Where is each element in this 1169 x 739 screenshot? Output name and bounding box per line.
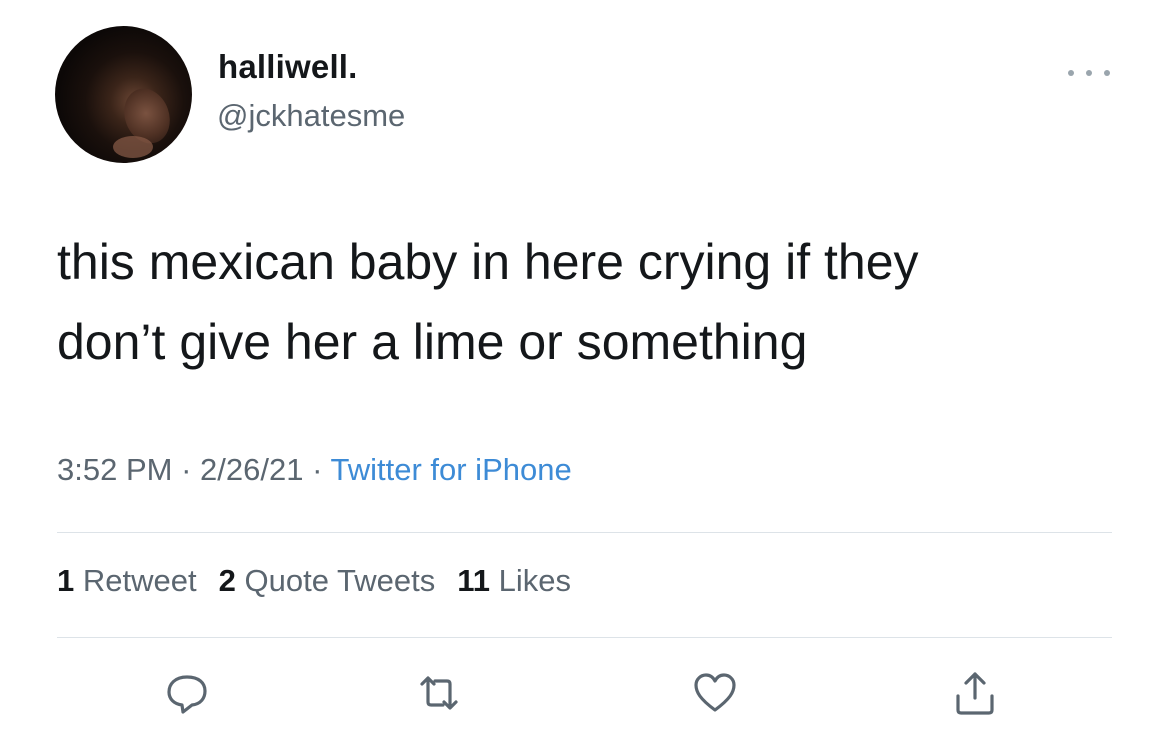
avatar-hand — [113, 136, 153, 158]
retweets-stat[interactable]: 1 Retweet — [57, 563, 197, 598]
more-dot — [1086, 70, 1092, 76]
like-icon[interactable] — [690, 668, 740, 718]
divider — [57, 637, 1112, 638]
tweet-source-link[interactable]: Twitter for iPhone — [330, 452, 571, 487]
tweet-text-line-1: this mexican baby in here crying if they — [57, 234, 919, 290]
user-handle[interactable]: @jckhatesme — [217, 98, 405, 134]
retweet-icon[interactable] — [414, 668, 464, 718]
avatar[interactable] — [55, 26, 192, 163]
display-name[interactable]: halliwell. — [218, 48, 358, 86]
tweet-date: 2/26/21 — [200, 452, 304, 487]
likes-stat[interactable]: 11 Likes — [457, 563, 571, 598]
meta-separator: · — [312, 452, 323, 487]
retweets-label: Retweet — [82, 563, 197, 598]
share-icon[interactable] — [950, 668, 1000, 718]
reply-icon[interactable] — [162, 668, 212, 718]
tweet-text-line-2: don’t give her a lime or something — [57, 314, 808, 370]
tweet: halliwell. @jckhatesme this mexican baby… — [0, 0, 1169, 739]
quote-tweets-label: Quote Tweets — [244, 563, 436, 598]
tweet-time: 3:52 PM — [57, 452, 173, 487]
quote-tweets-stat[interactable]: 2 Quote Tweets — [219, 563, 436, 598]
more-options-icon[interactable] — [1068, 62, 1110, 84]
tweet-stats: 1 Retweet 2 Quote Tweets 11 Likes — [57, 563, 593, 599]
retweets-count: 1 — [57, 563, 75, 598]
more-dot — [1068, 70, 1074, 76]
meta-separator: · — [181, 452, 192, 487]
likes-count: 11 — [457, 563, 490, 598]
more-dot — [1104, 70, 1110, 76]
divider — [57, 532, 1112, 533]
tweet-meta: 3:52 PM · 2/26/21 · Twitter for iPhone — [57, 452, 572, 488]
quote-tweets-count: 2 — [218, 563, 236, 598]
tweet-text: this mexican baby in here crying if they… — [57, 222, 1117, 382]
action-bar — [0, 668, 1169, 718]
likes-label: Likes — [498, 563, 571, 598]
